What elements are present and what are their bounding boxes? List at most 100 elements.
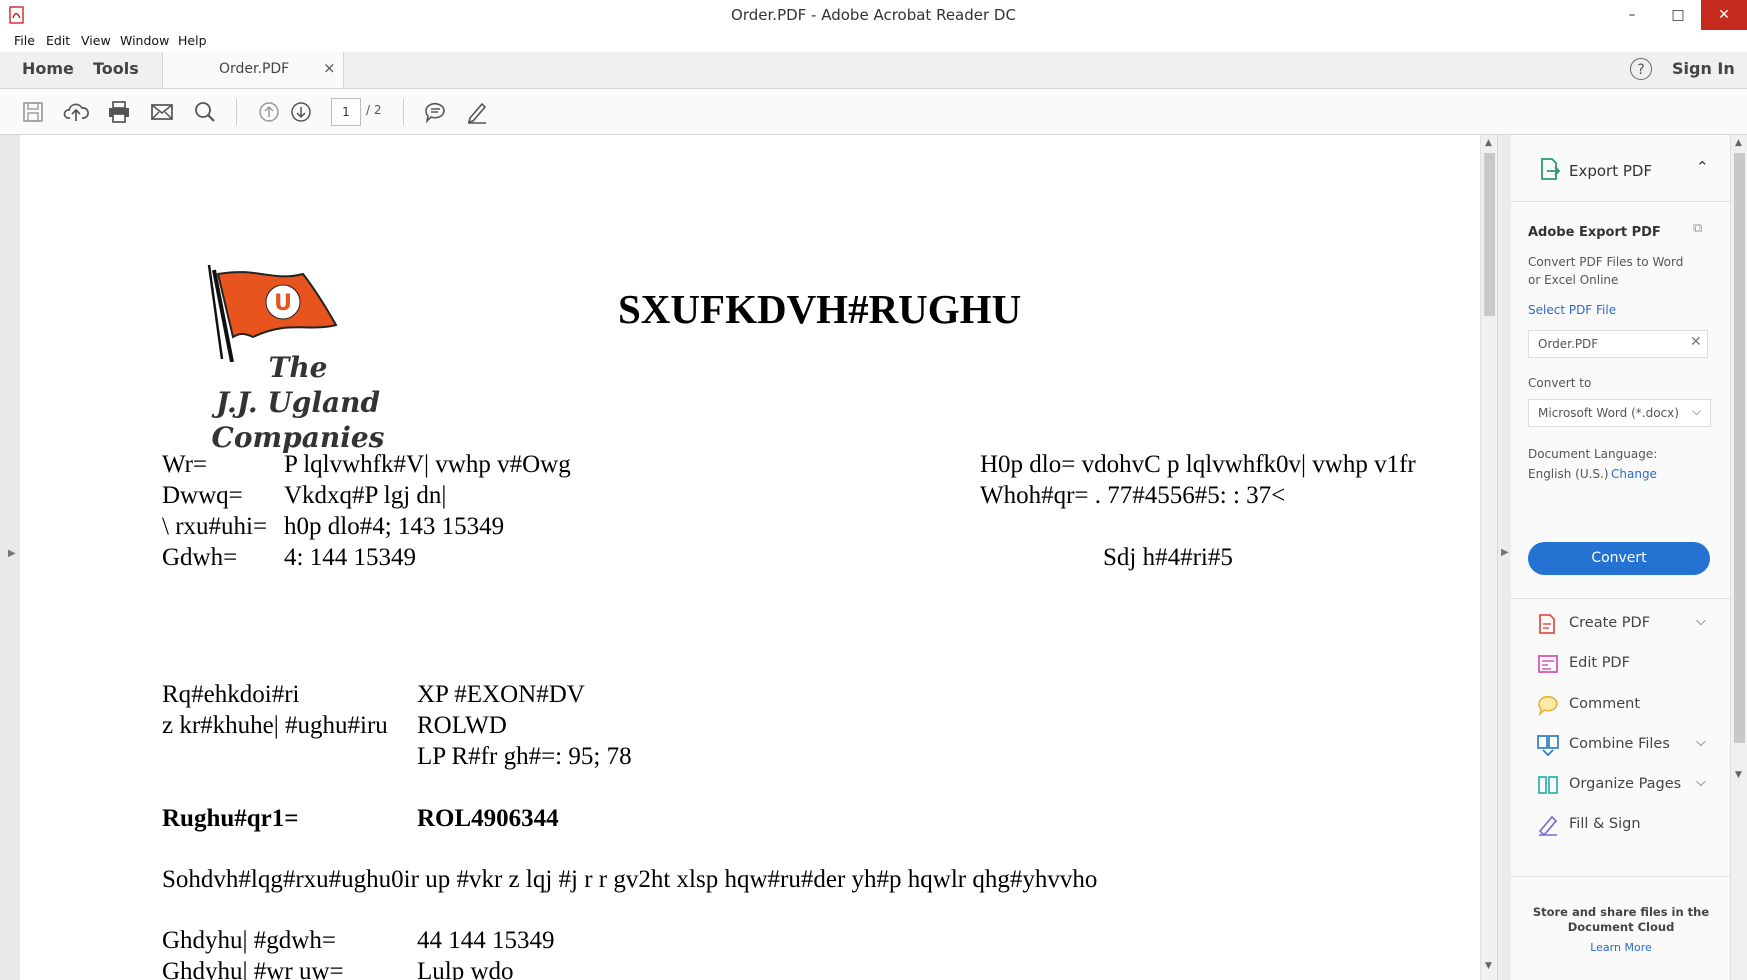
fill-sign-icon <box>1538 815 1558 837</box>
toolbar: 1 / 2 <box>0 89 1747 135</box>
scroll-up-icon[interactable]: ▲ <box>1485 138 1492 148</box>
tool-combine-files[interactable]: Combine Files ⌵ <box>1511 725 1730 765</box>
expand-left-panel-icon[interactable]: ▶ <box>8 548 16 559</box>
change-language-link[interactable]: Change <box>1611 467 1657 481</box>
search-icon[interactable] <box>192 99 218 125</box>
header-label: Gdwh= <box>162 544 238 571</box>
sign-in-button[interactable]: Sign In <box>1672 59 1735 78</box>
order-number: ROL4906344 <box>417 805 559 832</box>
header-value: 4: 144 15349 <box>284 544 416 571</box>
delivery-label: Ghdyhu| #wr uw= <box>162 958 344 980</box>
document-scrollbar[interactable]: ▲ ▼ <box>1480 135 1498 980</box>
info-value: ROLWD <box>417 712 507 739</box>
minimize-button[interactable]: – <box>1609 0 1655 30</box>
panel-scrollbar[interactable]: ▲ ▼ <box>1730 135 1747 980</box>
header-label: \ rxu#uhi= <box>162 513 268 540</box>
tool-fill-sign[interactable]: Fill & Sign <box>1511 805 1730 845</box>
collapse-right-panel-icon[interactable]: ▶ <box>1501 547 1509 558</box>
maximize-button[interactable]: □ <box>1655 0 1701 30</box>
selected-file-field[interactable]: Order.PDF ✕ <box>1528 330 1708 358</box>
comment-icon[interactable] <box>422 99 448 125</box>
menu-file[interactable]: File <box>14 33 35 48</box>
close-tab-icon[interactable]: × <box>323 59 336 77</box>
menu-view[interactable]: View <box>81 33 111 48</box>
chevron-down-icon[interactable]: ⌵ <box>1696 735 1706 750</box>
toolbar-divider <box>403 99 404 125</box>
header-label: Wr= <box>162 451 208 478</box>
header-value: Vkdxq#P lgj dn| <box>284 482 447 509</box>
format-selected: Microsoft Word (*.docx) <box>1538 406 1679 420</box>
document-tab-label: Order.PDF <box>219 61 290 77</box>
info-value: XP #EXON#DV <box>417 681 585 708</box>
menu-help[interactable]: Help <box>178 33 207 48</box>
header-right-line: Whoh#qr= . 77#4556#5: : 37< <box>980 482 1286 509</box>
select-pdf-link[interactable]: Select PDF File <box>1528 303 1616 317</box>
menu-edit[interactable]: Edit <box>46 33 70 48</box>
prev-page-icon[interactable] <box>256 99 282 125</box>
scroll-down-icon[interactable]: ▼ <box>1485 961 1492 971</box>
edit-pdf-icon <box>1538 655 1558 673</box>
email-icon[interactable] <box>149 99 175 125</box>
document-title: SXUFKDVH#RUGHU <box>618 286 1022 332</box>
upload-icon[interactable] <box>63 99 89 125</box>
page-number-input[interactable]: 1 <box>331 98 361 126</box>
tool-comment[interactable]: Comment <box>1511 685 1730 725</box>
combine-files-icon <box>1537 735 1559 757</box>
chevron-down-icon[interactable]: ⌵ <box>1696 775 1706 790</box>
tab-tools[interactable]: Tools <box>93 59 139 78</box>
tab-document[interactable]: Order.PDF × <box>162 52 344 88</box>
scrollbar-thumb[interactable] <box>1484 153 1495 316</box>
scroll-up-icon[interactable]: ▲ <box>1735 138 1742 148</box>
convert-button[interactable]: Convert <box>1528 542 1710 575</box>
info-label: Rq#ehkdoi#ri <box>162 681 300 708</box>
next-page-icon[interactable] <box>288 99 314 125</box>
scroll-down-icon[interactable]: ▼ <box>1735 770 1742 780</box>
logo-line: Companies <box>211 421 385 454</box>
close-window-button[interactable]: ✕ <box>1701 0 1747 30</box>
print-icon[interactable] <box>106 99 132 125</box>
panel-divider <box>1511 201 1730 202</box>
clear-file-icon[interactable]: ✕ <box>1690 334 1702 350</box>
tool-create-pdf[interactable]: Create PDF ⌵ <box>1511 604 1730 644</box>
header-right-line: H0p dlo= vdohvC p lqlvwhfk0v| vwhp v1fr <box>980 451 1416 478</box>
svg-text:U: U <box>274 291 292 316</box>
logo-text: The J.J. Ugland Companies <box>188 350 408 455</box>
tool-label: Comment <box>1569 696 1641 712</box>
chevron-down-icon[interactable]: ⌵ <box>1696 614 1706 629</box>
tool-label: Organize Pages <box>1569 776 1682 792</box>
right-panel-toggle-gutter: ▶ <box>1497 135 1512 980</box>
organize-pages-icon <box>1538 776 1558 794</box>
delivery-value: 44 144 15349 <box>417 927 555 954</box>
flag-icon: U <box>207 264 338 362</box>
menu-window[interactable]: Window <box>120 33 169 48</box>
selected-file-name: Order.PDF <box>1538 337 1599 351</box>
tool-label: Fill & Sign <box>1569 816 1641 832</box>
save-icon[interactable] <box>20 99 46 125</box>
right-tools-panel: Export PDF ⌃ Adobe Export PDF ⧉ Convert … <box>1511 135 1730 980</box>
learn-more-link[interactable]: Learn More <box>1531 941 1711 954</box>
export-pdf-title[interactable]: Export PDF <box>1569 162 1652 180</box>
page-total: / 2 <box>366 103 382 117</box>
scrollbar-thumb[interactable] <box>1734 153 1745 743</box>
window-title: Order.PDF - Adobe Acrobat Reader DC <box>731 6 1016 24</box>
format-dropdown[interactable]: Microsoft Word (*.docx) ⌵ <box>1528 399 1711 427</box>
copy-icon[interactable]: ⧉ <box>1693 221 1702 236</box>
order-label: Rughu#qr1= <box>162 805 299 832</box>
sign-pen-icon[interactable] <box>464 99 490 125</box>
doc-language-value: English (U.S.) <box>1528 467 1609 481</box>
export-description: Convert PDF Files to Word or Excel Onlin… <box>1528 255 1684 287</box>
tool-label: Create PDF <box>1569 615 1651 631</box>
header-value: h0p dlo#4; 143 15349 <box>284 513 505 540</box>
tab-home[interactable]: Home <box>22 59 74 78</box>
tool-organize-pages[interactable]: Organize Pages ⌵ <box>1511 765 1730 805</box>
doc-language-label: Document Language: <box>1528 447 1658 461</box>
tool-edit-pdf[interactable]: Edit PDF <box>1511 644 1730 684</box>
convert-to-label: Convert to <box>1528 376 1592 390</box>
help-icon[interactable]: ? <box>1630 58 1652 80</box>
create-pdf-icon <box>1539 614 1555 634</box>
logo-line: J.J. Ugland <box>215 386 381 419</box>
notice-text: Sohdvh#lqg#rxu#ughu0ir up #vkr z lqj #j … <box>162 866 1098 893</box>
document-view[interactable]: U The J.J. Ugland Companies SXUFKDVH#RUG… <box>20 135 1480 980</box>
chevron-up-icon[interactable]: ⌃ <box>1696 158 1709 176</box>
page-label: Sdj h#4#ri#5 <box>1103 544 1233 571</box>
